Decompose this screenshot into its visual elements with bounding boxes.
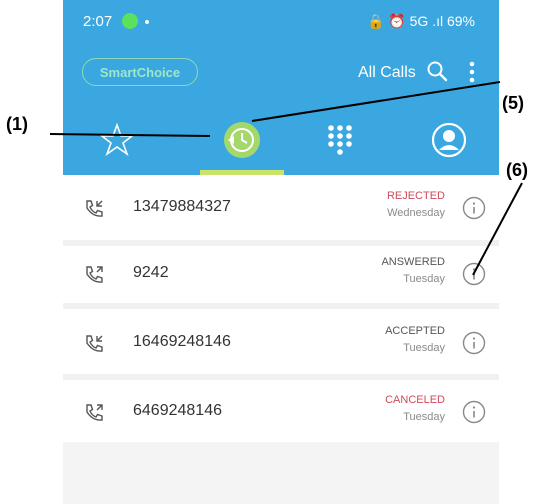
annotation-line-5: [251, 81, 501, 122]
annotation-label-5: (5): [502, 93, 524, 113]
annotation-label-6: (6): [506, 160, 528, 180]
annotation-label-1: (1): [6, 114, 28, 134]
annotation-lines: [49, 81, 523, 276]
annotation-line-6: [472, 182, 523, 276]
annotation-line-1: [49, 133, 211, 137]
